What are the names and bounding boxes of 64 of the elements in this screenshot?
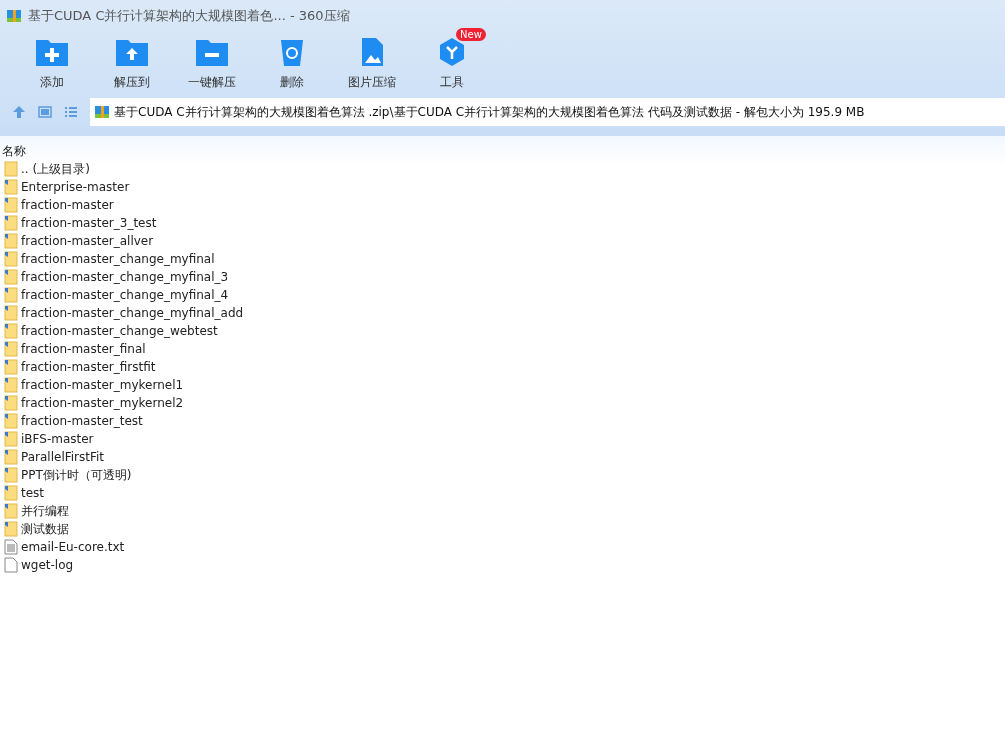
folder-icon xyxy=(4,215,18,231)
file-name[interactable]: fraction-master_3_test xyxy=(21,216,157,230)
folder-icon xyxy=(4,395,18,411)
up-arrow-icon[interactable] xyxy=(12,105,26,119)
file-name[interactable]: fraction-master_mykernel1 xyxy=(21,378,184,392)
file-name[interactable]: fraction-master_change_myfinal_4 xyxy=(21,288,229,302)
folder-icon xyxy=(4,377,18,393)
folder-icon xyxy=(4,197,18,213)
file-name[interactable]: ParallelFirstFit xyxy=(21,450,105,464)
folder-upload-icon xyxy=(116,38,148,66)
file-name[interactable]: 并行编程 xyxy=(21,502,69,520)
folder-icon xyxy=(4,485,18,501)
toolbar-button[interactable]: 图片压缩 xyxy=(332,32,412,98)
folder-icon xyxy=(4,467,18,483)
folder-icon xyxy=(4,413,18,429)
new-badge: New xyxy=(456,28,486,41)
toolbar-button[interactable]: 删除 xyxy=(252,32,332,98)
folder-icon xyxy=(4,269,18,285)
file-name[interactable]: email-Eu-core.txt xyxy=(21,540,125,554)
file-name[interactable]: fraction-master_change_myfinal xyxy=(21,252,215,266)
folder-icon xyxy=(4,287,18,303)
folder-icon xyxy=(4,341,18,357)
file-name[interactable]: fraction-master_test xyxy=(21,414,143,428)
file-name[interactable]: fraction-master_mykernel2 xyxy=(21,396,184,410)
folder-icon xyxy=(4,449,18,465)
file-name[interactable]: fraction-master_change_webtest xyxy=(21,324,218,338)
address-bar[interactable]: 基于CUDA C并行计算架构的大规模图着色算法 .zip\基于CUDA C并行计算架构的大规模图着色算法 代码及测试数据 - 解包大小为 195.9 MB xyxy=(90,98,1005,126)
file-name[interactable]: 测试数据 xyxy=(21,520,69,538)
text-file-icon xyxy=(4,539,18,555)
folder-icon xyxy=(4,161,18,177)
archive-icon xyxy=(6,8,22,24)
file-name[interactable]: fraction-master_change_myfinal_add xyxy=(21,306,244,320)
thumbnail-view-icon[interactable] xyxy=(38,105,52,119)
file-name[interactable]: .. (上级目录) xyxy=(21,160,90,178)
file-name[interactable]: fraction-master_final xyxy=(21,342,146,356)
file-name[interactable]: wget-log xyxy=(21,558,74,572)
window-title: 基于CUDA C并行计算架构的大规模图着色... - 360压缩 xyxy=(28,7,350,25)
folder-icon xyxy=(4,503,18,519)
file-name[interactable]: fraction-master_firstfit xyxy=(21,360,156,374)
folder-icon xyxy=(4,323,18,339)
file-name[interactable]: iBFS-master xyxy=(21,432,94,446)
column-header[interactable]: 名称 xyxy=(2,144,26,158)
file-icon xyxy=(4,557,18,573)
folder-plus-icon xyxy=(36,38,68,66)
folder-icon xyxy=(4,179,18,195)
file-name[interactable]: fraction-master xyxy=(21,198,114,212)
file-name[interactable]: Enterprise-master xyxy=(21,180,130,194)
archive-icon xyxy=(94,104,110,120)
toolbar-button[interactable]: 解压到 xyxy=(92,32,172,98)
folder-icon xyxy=(4,233,18,249)
folder-icon xyxy=(4,359,18,375)
folder-icon xyxy=(4,305,18,321)
archive-path: 基于CUDA C并行计算架构的大规模图着色算法 .zip\基于CUDA C并行计算架构的大规模图着色算法 代码及测试数据 - 解包大小为 195.9 MB xyxy=(114,103,865,121)
folder-minus-icon xyxy=(196,38,228,66)
list-view-icon[interactable] xyxy=(64,105,78,119)
folder-icon xyxy=(4,521,18,537)
file-name[interactable]: PPT倒计时（可透明) xyxy=(21,466,132,484)
file-name[interactable]: fraction-master_change_myfinal_3 xyxy=(21,270,229,284)
folder-icon xyxy=(4,431,18,447)
toolbar-button[interactable]: 添加 xyxy=(12,32,92,98)
file-name[interactable]: test xyxy=(21,486,45,500)
toolbar-button[interactable]: 一键解压 xyxy=(172,32,252,98)
file-name[interactable]: fraction-master_allver xyxy=(21,234,154,248)
folder-icon xyxy=(4,251,18,267)
